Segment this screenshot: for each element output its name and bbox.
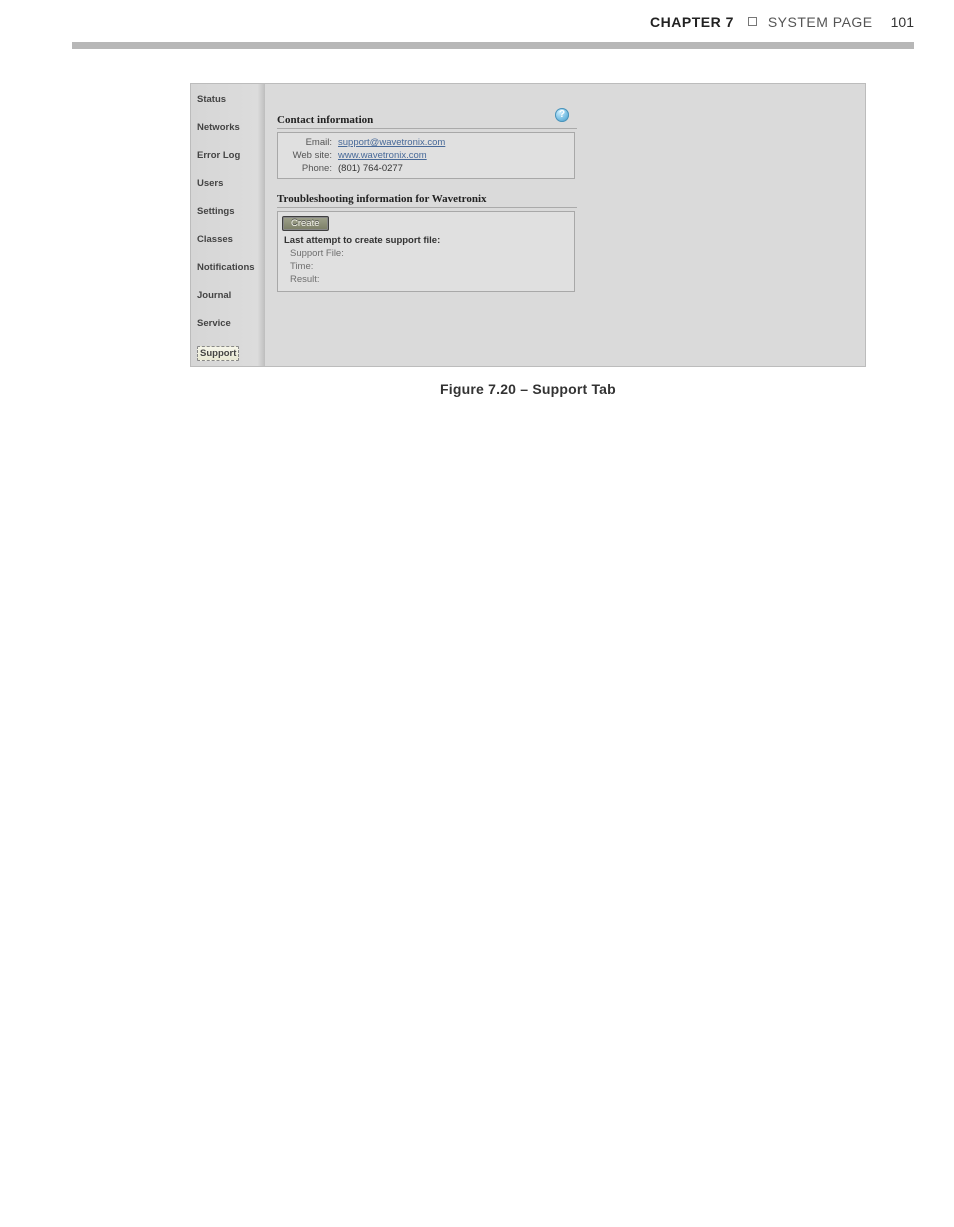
page-header: CHAPTER 7 SYSTEM PAGE 101: [0, 0, 954, 42]
contact-website-link[interactable]: www.wavetronix.com: [338, 150, 427, 161]
contact-label: Email:: [278, 137, 338, 148]
contact-heading: Contact information: [277, 114, 577, 129]
help-icon[interactable]: ?: [555, 108, 569, 122]
troubleshooting-heading: Troubleshooting information for Wavetron…: [277, 193, 577, 208]
create-button[interactable]: Create: [282, 216, 329, 231]
last-attempt-label: Last attempt to create support file:: [284, 235, 570, 246]
sidebar-item-classes[interactable]: Classes: [197, 234, 262, 245]
troubleshooting-box: Create Last attempt to create support fi…: [277, 211, 575, 292]
sub-row-support-file: Support File:: [282, 248, 570, 261]
sidebar-item-status[interactable]: Status: [197, 94, 262, 105]
contact-phone-value: (801) 764-0277: [338, 163, 403, 174]
chapter-label: CHAPTER 7: [650, 14, 734, 30]
contact-label: Phone:: [278, 163, 338, 174]
sidebar-item-journal[interactable]: Journal: [197, 290, 262, 301]
sidebar: Status Networks Error Log Users Settings…: [191, 84, 265, 366]
contact-info-box: Email: support@wavetronix.com Web site: …: [277, 132, 575, 179]
contact-row-email: Email: support@wavetronix.com: [278, 136, 574, 149]
figure-wrap: Status Networks Error Log Users Settings…: [190, 83, 866, 397]
contact-row-website: Web site: www.wavetronix.com: [278, 149, 574, 162]
chapter-marker-icon: [748, 17, 757, 26]
sidebar-item-networks[interactable]: Networks: [197, 122, 262, 133]
contact-row-phone: Phone: (801) 764-0277: [278, 162, 574, 175]
section-title: SYSTEM PAGE: [768, 14, 873, 30]
sidebar-item-support[interactable]: Support: [197, 346, 239, 361]
support-panel: ? Contact information Email: support@wav…: [265, 84, 865, 366]
sub-row-result: Result:: [282, 274, 570, 287]
sidebar-item-notifications[interactable]: Notifications: [197, 262, 262, 273]
contact-email-link[interactable]: support@wavetronix.com: [338, 137, 445, 148]
page-number: 101: [891, 14, 914, 30]
sidebar-item-users[interactable]: Users: [197, 178, 262, 189]
header-thin-rule: [72, 48, 914, 49]
figure-caption: Figure 7.20 – Support Tab: [190, 381, 866, 397]
sidebar-item-settings[interactable]: Settings: [197, 206, 262, 217]
support-tab-screenshot: Status Networks Error Log Users Settings…: [190, 83, 866, 367]
sidebar-item-service[interactable]: Service: [197, 318, 262, 329]
sidebar-item-error-log[interactable]: Error Log: [197, 150, 262, 161]
sub-row-time: Time:: [282, 261, 570, 274]
contact-label: Web site:: [278, 150, 338, 161]
